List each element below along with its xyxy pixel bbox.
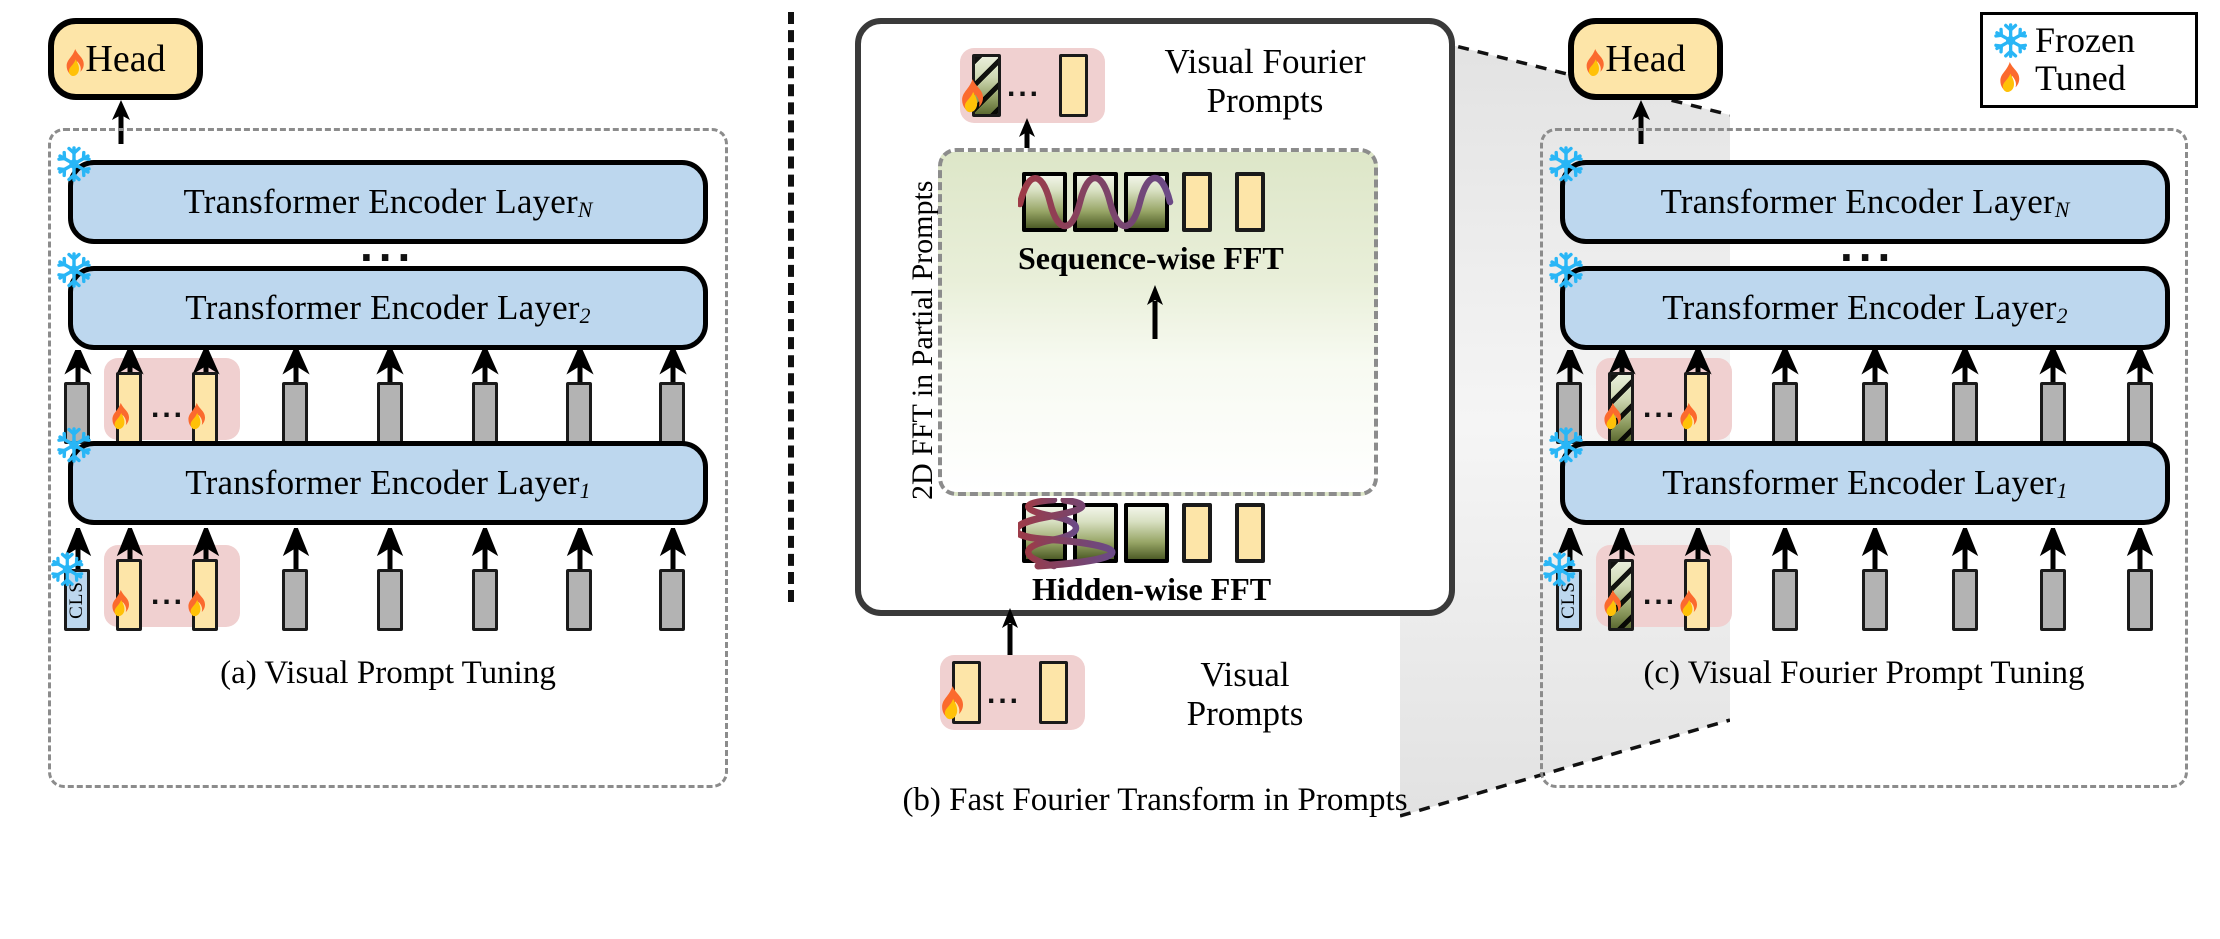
panel-a-token-mid-5	[566, 382, 592, 444]
panel-divider	[788, 12, 794, 602]
panel-c-encoder-layer-1-label: Transformer Encoder Layer	[1662, 463, 2057, 502]
panel-b-seq-fft-yellow-2	[1235, 172, 1265, 232]
panel-a-token-input-2	[282, 569, 308, 631]
panel-b-vertical-label: 2D FFT in Partial Prompts	[906, 180, 939, 500]
panel-c-encoder-layer-2: Transformer Encoder Layer 2	[1560, 266, 2170, 350]
panel-a-flame-icon-input-1	[112, 589, 129, 617]
panel-a-encoder-layer-2-sub: 2	[579, 303, 591, 328]
panel-b-vfp-line2: Prompts	[1206, 81, 1324, 121]
panel-a-token-input-4	[472, 569, 498, 631]
panel-c-head-label: Head	[1605, 38, 1686, 80]
panel-c-prompt-ellipsis-mid: ...	[1643, 391, 1678, 424]
panel-c-encoder-layer-N-sub: N	[2054, 197, 2070, 222]
panel-c-token-input-6	[2127, 569, 2153, 631]
panel-a-prompt-ellipsis-input: ...	[151, 578, 186, 611]
panel-c-head-flame-icon	[1586, 48, 1604, 77]
panel-a-encoder-layer-2: Transformer Encoder Layer 2	[68, 266, 708, 350]
panel-b-vp-line1: Visual	[1200, 655, 1290, 694]
panel-b-visual-prompt-token-2	[1039, 661, 1068, 724]
panel-a-token-input-6	[659, 569, 685, 631]
panel-b-fourier-prompt-ellipsis: ...	[1007, 70, 1042, 103]
panel-c-flame-icon-input-1	[1604, 589, 1621, 617]
panel-a-snowflake-icon-2	[57, 252, 91, 288]
panel-c-token-mid-3	[1862, 382, 1888, 444]
panel-c-token-mid-6	[2127, 382, 2153, 444]
panel-c-encoder-layer-2-label: Transformer Encoder Layer	[1662, 288, 2057, 327]
panel-c-flame-icon-mid-1	[1604, 402, 1621, 430]
legend-label-frozen: Frozen	[2035, 20, 2135, 61]
panel-c-snowflake-icon-cls	[1543, 552, 1576, 587]
legend-item-frozen: Frozen	[1993, 20, 2181, 61]
snowflake-icon	[1994, 23, 2028, 59]
panel-a-snowflake-icon-N	[57, 146, 91, 182]
panel-a-snowflake-icon-1	[57, 427, 91, 463]
panel-b-seq-fft-wave	[1018, 175, 1174, 229]
panel-b-visual-fourier-prompts-label: Visual Fourier Prompts	[1130, 42, 1400, 120]
panel-c-flame-icon-mid-2	[1680, 402, 1697, 430]
panel-a-encoder-layer-2-label: Transformer Encoder Layer	[185, 288, 580, 327]
panel-a-layer-ellipsis: ...	[360, 219, 417, 271]
panel-b-vfp-line1: Visual Fourier	[1164, 42, 1366, 81]
panel-b-sequence-wise-fft-label: Sequence-wise FFT	[1018, 240, 1284, 276]
panel-b-visual-prompt-flame-icon	[942, 686, 963, 720]
panel-c-token-input-4	[1952, 569, 1978, 631]
panel-b-hid-fft-wave	[1018, 498, 1116, 570]
panel-c-token-input-2	[1772, 569, 1798, 631]
panel-a-head-label: Head	[85, 38, 166, 80]
panel-b-hidden-wise-fft-label: Hidden-wise FFT	[1032, 571, 1272, 607]
panel-a-flame-icon-mid-2	[188, 402, 205, 430]
panel-a-prompt-ellipsis-mid: ...	[151, 391, 186, 424]
panel-a-token-mid-3	[377, 382, 403, 444]
panel-c-prompt-ellipsis-input: ...	[1643, 578, 1678, 611]
panel-a-caption: (a) Visual Prompt Tuning	[220, 655, 556, 691]
panel-b-fourier-prompt-token-yellow	[1059, 54, 1088, 117]
panel-c-token-input-5	[2040, 569, 2066, 631]
panel-a-encoder-layer-1-sub: 1	[579, 478, 591, 503]
panel-b-arrow-visualprompts-to-fft	[1002, 608, 1018, 656]
panel-b-fourier-prompt-flame-icon	[962, 79, 983, 113]
panel-a-flame-icon-mid-1	[112, 402, 129, 430]
panel-a-encoder-layer-N-label: Transformer Encoder Layer	[183, 182, 578, 221]
panel-a-encoder-layer-1: Transformer Encoder Layer 1	[68, 441, 708, 525]
panel-c-snowflake-icon-2	[1549, 252, 1583, 288]
legend: Frozen Tuned	[1980, 12, 2198, 108]
figure-root: Head Transformer Encoder Layer N ... Tra…	[0, 0, 2220, 939]
panel-a-token-mid-4	[472, 382, 498, 444]
panel-c-flame-icon-input-2	[1680, 589, 1697, 617]
panel-b-hid-fft-yellow-2	[1235, 503, 1265, 563]
panel-c-token-mid-4	[1952, 382, 1978, 444]
panel-b-seq-fft-yellow-1	[1182, 172, 1212, 232]
legend-item-tuned: Tuned	[1993, 58, 2181, 98]
panel-c-caption: (c) Visual Fourier Prompt Tuning	[1643, 655, 2085, 691]
panel-c-snowflake-icon-1	[1549, 427, 1583, 463]
panel-c-token-input-3	[1862, 569, 1888, 631]
panel-a-flame-icon-input-2	[188, 589, 205, 617]
flame-icon	[2000, 61, 2020, 92]
panel-b-hid-fft-yellow-1	[1182, 503, 1212, 563]
panel-a-token-input-5	[566, 569, 592, 631]
panel-a-token-input-3	[377, 569, 403, 631]
panel-c-layer-ellipsis: ...	[1840, 219, 1897, 271]
panel-a-encoder-layer-1-label: Transformer Encoder Layer	[185, 463, 580, 502]
panel-c-encoder-layer-N-label: Transformer Encoder Layer	[1660, 182, 2055, 221]
panel-b-vp-line2: Prompts	[1186, 694, 1304, 734]
panel-a-head-flame-icon	[66, 48, 84, 77]
panel-b-caption: (b) Fast Fourier Transform in Prompts	[902, 782, 1408, 818]
panel-c-encoder-layer-1: Transformer Encoder Layer 1	[1560, 441, 2170, 525]
panel-a-token-mid-6	[659, 382, 685, 444]
panel-a-encoder-layer-N-sub: N	[577, 197, 593, 222]
panel-c-token-mid-5	[2040, 382, 2066, 444]
panel-c-encoder-layer-1-sub: 1	[2056, 478, 2068, 503]
panel-a-snowflake-icon-cls	[51, 552, 84, 587]
panel-b-visual-prompts-label: Visual Prompts	[1130, 655, 1360, 733]
panel-c-token-mid-2	[1772, 382, 1798, 444]
panel-a-token-mid-2	[282, 382, 308, 444]
panel-b-visual-prompt-ellipsis: ...	[987, 677, 1022, 710]
panel-c-snowflake-icon-N	[1549, 146, 1583, 182]
panel-b-arrow-between-ffts	[1147, 285, 1163, 339]
panel-c-encoder-layer-2-sub: 2	[2056, 303, 2068, 328]
legend-label-tuned: Tuned	[2035, 58, 2126, 98]
